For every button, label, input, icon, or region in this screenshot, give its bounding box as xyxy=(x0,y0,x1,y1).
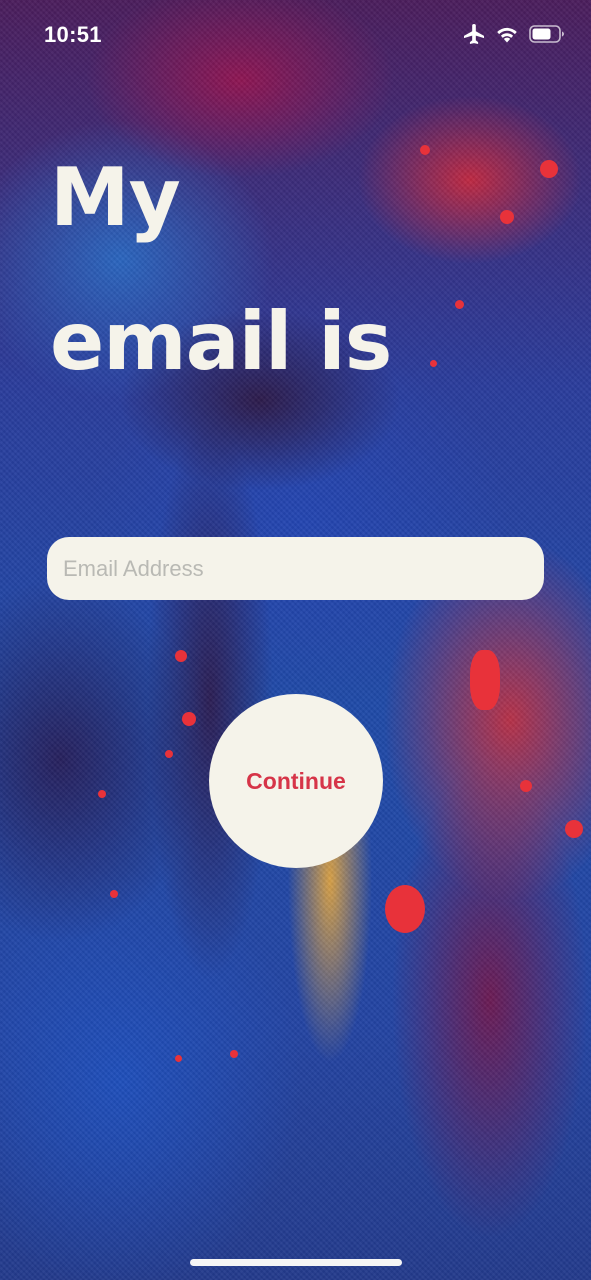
continue-button-label: Continue xyxy=(246,767,346,794)
status-bar: 10:51 xyxy=(0,0,591,72)
page-title: My email is xyxy=(50,126,530,414)
status-time: 10:51 xyxy=(44,22,102,47)
wifi-icon xyxy=(495,25,519,43)
status-icons xyxy=(463,24,565,44)
title-line-2: email is xyxy=(50,295,392,388)
airplane-icon xyxy=(463,24,485,44)
home-indicator[interactable] xyxy=(190,1259,402,1266)
battery-icon xyxy=(529,25,565,43)
title-line-1: My xyxy=(50,151,181,244)
email-field[interactable] xyxy=(47,537,544,600)
continue-button[interactable]: Continue xyxy=(209,694,383,868)
email-signup-screen: 10:51 My email is Email Address Continue xyxy=(0,0,591,1280)
